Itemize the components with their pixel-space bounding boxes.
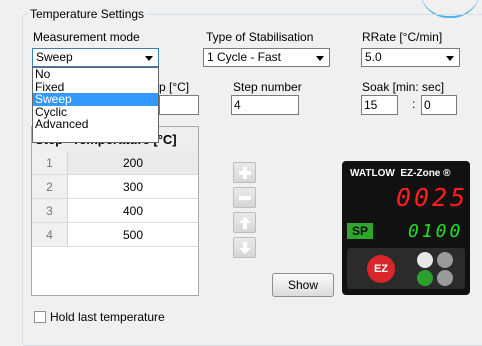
soak-minutes-input[interactable]: 15 [361,95,398,115]
option-no[interactable]: No [33,68,158,81]
remove-step-button[interactable] [233,187,256,208]
row-number: 3 [32,199,68,223]
step-temp-label: p [°C] [159,80,190,94]
setpoint-display: 0100 [408,221,464,242]
stabilisation-select[interactable]: 1 Cycle - Fast [203,48,330,67]
stabilisation-label: Type of Stabilisation [206,30,314,44]
soak-separator: : [412,97,416,111]
rrate-label: RRate [°C/min] [362,30,443,44]
move-down-button[interactable] [233,237,256,258]
measurement-mode-label: Measurement mode [33,30,140,44]
option-advanced[interactable]: Advanced [33,118,158,131]
move-up-button[interactable] [233,212,256,233]
plus-icon [239,167,251,179]
table-row[interactable]: 4 500 [32,223,198,247]
arrow-down-icon [239,242,251,254]
stabilisation-value: 1 Cycle - Fast [207,50,282,64]
soak-seconds-input[interactable]: 0 [421,95,457,115]
watlow-controller: WATLOW EZ-Zone ® 0025 SP 0100 EZ [342,161,470,295]
cycle-icon[interactable] [417,270,433,286]
option-sweep[interactable]: Sweep [33,93,158,106]
table-row[interactable]: 2 300 [32,175,198,199]
process-value-display: 0025 [396,183,469,212]
rrate-select[interactable]: 5.0 [361,48,460,67]
step-number-input[interactable]: 4 [231,95,299,115]
sp-label: SP [347,223,373,239]
ez-button[interactable]: EZ [367,255,395,283]
arrow-up-icon [239,217,251,229]
chevron-down-icon [446,56,454,61]
group-title: Temperature Settings [28,7,147,21]
row-temperature[interactable]: 200 [68,151,198,175]
down-arrow-icon[interactable] [437,270,453,286]
up-arrow-icon[interactable] [437,252,453,268]
hold-last-checkbox[interactable] [34,311,46,323]
controller-brand: WATLOW EZ-Zone ® [350,168,451,179]
row-number: 4 [32,223,68,247]
measurement-mode-value: Sweep [36,50,73,64]
steps-table[interactable]: Step Temperature [°C] 1 200 2 300 3 400 … [31,126,199,296]
add-step-button[interactable] [233,162,256,183]
row-temperature[interactable]: 500 [68,223,198,247]
table-row[interactable]: 3 400 [32,199,198,223]
row-number: 1 [32,151,68,175]
chevron-down-icon [316,56,324,61]
row-temperature[interactable]: 300 [68,175,198,199]
rrate-value: 5.0 [365,50,382,64]
hold-last-label: Hold last temperature [50,310,165,324]
step-number-label: Step number [233,80,302,94]
chevron-down-icon [145,56,153,61]
minus-icon [239,196,251,200]
step-temp-input[interactable] [159,95,199,115]
controller-buttons: EZ [347,248,465,289]
soak-label: Soak [min: sec] [362,80,445,94]
row-temperature[interactable]: 400 [68,199,198,223]
measurement-mode-dropdown[interactable]: No Fixed Sweep Cyclic Advanced [32,67,159,143]
show-button[interactable]: Show [272,273,334,297]
infinity-icon[interactable] [417,252,433,268]
table-row[interactable]: 1 200 [32,151,198,175]
measurement-mode-select[interactable]: Sweep [32,48,159,67]
row-number: 2 [32,175,68,199]
